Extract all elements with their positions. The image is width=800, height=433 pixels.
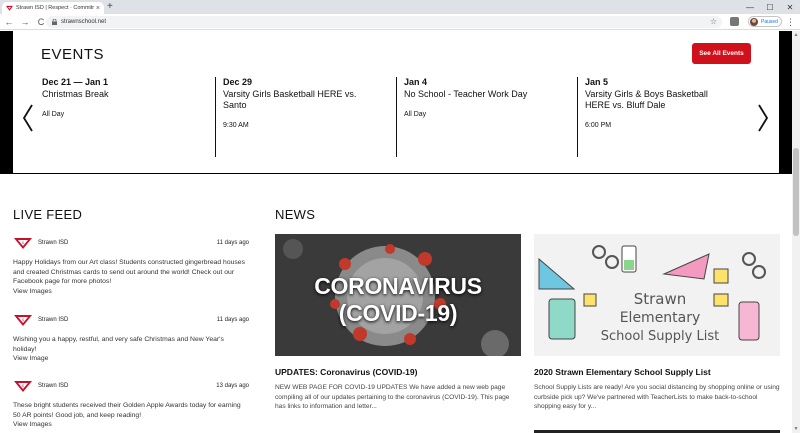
feed-time: 11 days ago (216, 240, 249, 246)
scrollbar-thumb[interactable] (793, 148, 799, 236)
tab-strip: Strawn ISD | Respect · Commitm × + — ☐ ✕ (0, 0, 800, 14)
event-date: Dec 29 (223, 77, 253, 87)
menu-dots-icon[interactable]: ⋮ (786, 16, 795, 28)
view-images-link[interactable]: View Images (13, 420, 249, 430)
page-scrollbar[interactable]: ▲ ▼ (792, 31, 800, 433)
see-all-events-button[interactable]: See All Events (692, 43, 751, 64)
event-date: Dec 21 — Jan 1 (42, 77, 109, 87)
scroll-up-icon[interactable]: ▲ (792, 31, 800, 39)
covid-news-image[interactable]: CORONAVIRUS (COVID-19) (275, 234, 521, 356)
forward-arrow-icon[interactable]: → (18, 15, 32, 29)
close-icon[interactable]: × (96, 5, 100, 12)
feed-item: S Strawn ISD 11 days ago Wishing you a h… (13, 313, 249, 364)
events-heading: EVENTS (41, 46, 105, 63)
event-item[interactable]: Jan 4 No School - Teacher Work Day All D… (396, 77, 574, 157)
minimize-icon[interactable]: — (740, 0, 760, 14)
maximize-icon[interactable]: ☐ (760, 0, 780, 14)
live-feed-heading: LIVE FEED (13, 207, 83, 222)
school-shield-icon (6, 5, 13, 11)
address-bar[interactable]: strawnschool.net ☆ (46, 16, 722, 28)
feed-time: 13 days ago (216, 383, 249, 389)
page-viewport: EVENTS See All Events Dec 21 — Jan 1 Chr… (0, 31, 792, 433)
view-image-link[interactable]: View Image (13, 354, 249, 364)
supply-image-text-line3: School Supply List (600, 329, 720, 344)
event-item[interactable]: Dec 21 — Jan 1 Christmas Break All Day (42, 77, 212, 157)
scroll-down-icon[interactable]: ▼ (792, 425, 800, 433)
supply-image-text-line2: Elementary (619, 310, 701, 326)
school-logo-icon: S (14, 314, 32, 326)
news-excerpt: School Supply Lists are ready! Are you s… (534, 384, 780, 410)
supply-image-text-line1: Strawn (633, 290, 687, 308)
news-excerpt: NEW WEB PAGE FOR COVID-19 UPDATES We hav… (275, 384, 510, 410)
event-divider (577, 77, 578, 157)
school-logo-icon: S (14, 380, 32, 392)
tab-title: Strawn ISD | Respect · Commitm (16, 5, 94, 11)
feed-item: S Strawn ISD 11 days ago Happy Holidays … (13, 236, 249, 296)
event-divider (215, 77, 216, 157)
lock-icon (52, 19, 57, 25)
feed-author: Strawn ISD (38, 317, 69, 323)
browser-toolbar: ← → C strawnschool.net ☆ (0, 14, 800, 30)
feed-text: Wishing you a happy, restful, and very s… (13, 336, 224, 353)
browser-tab[interactable]: Strawn ISD | Respect · Commitm × (2, 2, 104, 14)
news-card-covid[interactable]: CORONAVIRUS (COVID-19) UPDATES: Coronavi… (275, 234, 521, 412)
event-title: Varsity Girls Basketball HERE vs. Santo (223, 89, 357, 110)
events-card: EVENTS See All Events Dec 21 — Jan 1 Chr… (13, 31, 779, 173)
event-date: Jan 5 (585, 77, 609, 87)
bookmark-star-icon[interactable]: ☆ (710, 16, 717, 28)
url-text: strawnschool.net (61, 19, 107, 25)
feed-author: Strawn ISD (38, 240, 69, 246)
event-time: 9:30 AM (223, 122, 249, 129)
chevron-left-icon[interactable] (21, 103, 35, 133)
extension-icon[interactable] (730, 17, 739, 26)
event-title: No School - Teacher Work Day (404, 89, 528, 99)
feed-author: Strawn ISD (38, 383, 69, 389)
new-tab-icon[interactable]: + (107, 1, 113, 13)
event-time: All Day (404, 111, 427, 118)
event-title: Christmas Break (42, 89, 109, 99)
events-band: EVENTS See All Events Dec 21 — Jan 1 Chr… (0, 31, 792, 174)
back-arrow-icon[interactable]: ← (2, 15, 16, 29)
feed-time: 11 days ago (216, 317, 249, 323)
event-title: Varsity Girls & Boys Basketball HERE vs.… (585, 89, 708, 110)
event-date: Jan 4 (404, 77, 428, 87)
event-time: All Day (42, 111, 65, 118)
school-logo-icon: S (14, 237, 32, 249)
news-heading: NEWS (275, 207, 316, 222)
window-close-icon[interactable]: ✕ (780, 0, 800, 14)
window-controls: — ☐ ✕ (740, 0, 800, 14)
chevron-right-icon[interactable] (756, 103, 770, 133)
event-time: 6:00 PM (585, 122, 612, 129)
news-title[interactable]: 2020 Strawn Elementary School Supply Lis… (534, 367, 780, 377)
event-divider (396, 77, 397, 157)
news-title[interactable]: UPDATES: Coronavirus (COVID-19) (275, 367, 521, 377)
view-images-link[interactable]: View Images (13, 287, 249, 297)
feed-text: Happy Holidays from our Art class! Stude… (13, 259, 245, 285)
event-item[interactable]: Jan 5 Varsity Girls & Boys Basketball HE… (577, 77, 755, 157)
event-item[interactable]: Dec 29 Varsity Girls Basketball HERE vs.… (215, 77, 393, 157)
covid-image-text: CORONAVIRUS (COVID-19) (314, 273, 482, 326)
profile-button[interactable]: Paused (748, 16, 782, 27)
news-card-supply-list[interactable]: Strawn Elementary School Supply List 202… (534, 234, 780, 412)
profile-status: Paused (761, 18, 778, 25)
feed-text: These bright students received their Gol… (13, 402, 241, 419)
feed-item: S Strawn ISD 13 days ago These bright st… (13, 379, 249, 430)
supply-list-image[interactable]: Strawn Elementary School Supply List (534, 234, 780, 356)
avatar (750, 17, 758, 26)
